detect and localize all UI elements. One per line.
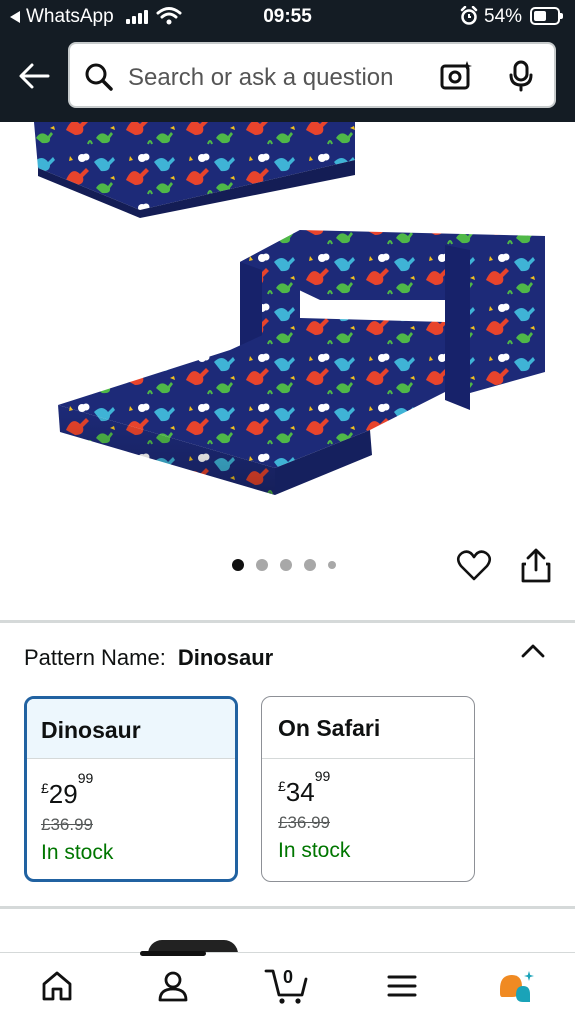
rufus-icon[interactable] bbox=[496, 969, 536, 1007]
battery-icon bbox=[530, 7, 563, 25]
page-dot[interactable] bbox=[304, 559, 316, 571]
alarm-icon bbox=[460, 6, 478, 25]
image-pagination[interactable] bbox=[232, 559, 336, 571]
microphone-icon[interactable] bbox=[508, 60, 534, 92]
active-tab-indicator bbox=[140, 951, 206, 956]
option-name: Dinosaur bbox=[27, 699, 235, 759]
option-price: £2999 bbox=[41, 770, 94, 809]
bottom-tab-bar: 0 bbox=[0, 951, 575, 1024]
variation-value: Dinosaur bbox=[177, 645, 274, 670]
share-icon[interactable] bbox=[520, 548, 552, 584]
page-dot[interactable] bbox=[256, 559, 268, 571]
sofa-illustration bbox=[34, 122, 545, 495]
status-bar: WhatsApp 09:55 54% bbox=[0, 0, 575, 34]
section-divider bbox=[0, 620, 575, 623]
option-was-price: £36.99 bbox=[41, 815, 93, 834]
camera-search-icon[interactable] bbox=[440, 60, 474, 92]
option-was-price: £36.99 bbox=[278, 813, 330, 832]
cart-button[interactable]: 0 bbox=[264, 965, 312, 1005]
search-icon bbox=[85, 63, 113, 91]
option-name: On Safari bbox=[262, 697, 474, 759]
heart-icon[interactable] bbox=[456, 548, 492, 584]
section-divider bbox=[0, 906, 575, 909]
search-bar[interactable]: Search or ask a question bbox=[68, 42, 556, 108]
product-image[interactable] bbox=[0, 122, 575, 552]
option-stock-status: In stock bbox=[278, 839, 351, 862]
search-input[interactable]: Search or ask a question bbox=[128, 64, 394, 92]
page-dot[interactable] bbox=[328, 561, 336, 569]
option-price: £3499 bbox=[278, 768, 331, 807]
variation-option-dinosaur[interactable]: Dinosaur £2999 £36.99 In stock bbox=[24, 696, 238, 882]
variation-label-row: Pattern Name: Dinosaur bbox=[24, 645, 273, 671]
chevron-up-icon[interactable] bbox=[518, 640, 548, 662]
battery-percent: 54% bbox=[484, 6, 523, 27]
page-dot[interactable] bbox=[232, 559, 244, 571]
variation-option-on-safari[interactable]: On Safari £3499 £36.99 In stock bbox=[261, 696, 475, 882]
account-icon[interactable] bbox=[156, 969, 190, 1003]
variation-label: Pattern Name: bbox=[24, 645, 166, 670]
home-icon[interactable] bbox=[40, 969, 74, 1003]
cart-count: 0 bbox=[283, 967, 294, 987]
app-header: WhatsApp 09:55 54% Search or ask a quest… bbox=[0, 0, 575, 122]
page-dot[interactable] bbox=[280, 559, 292, 571]
back-arrow-icon[interactable] bbox=[16, 58, 52, 94]
option-stock-status: In stock bbox=[41, 841, 114, 864]
menu-icon[interactable] bbox=[386, 969, 418, 1003]
